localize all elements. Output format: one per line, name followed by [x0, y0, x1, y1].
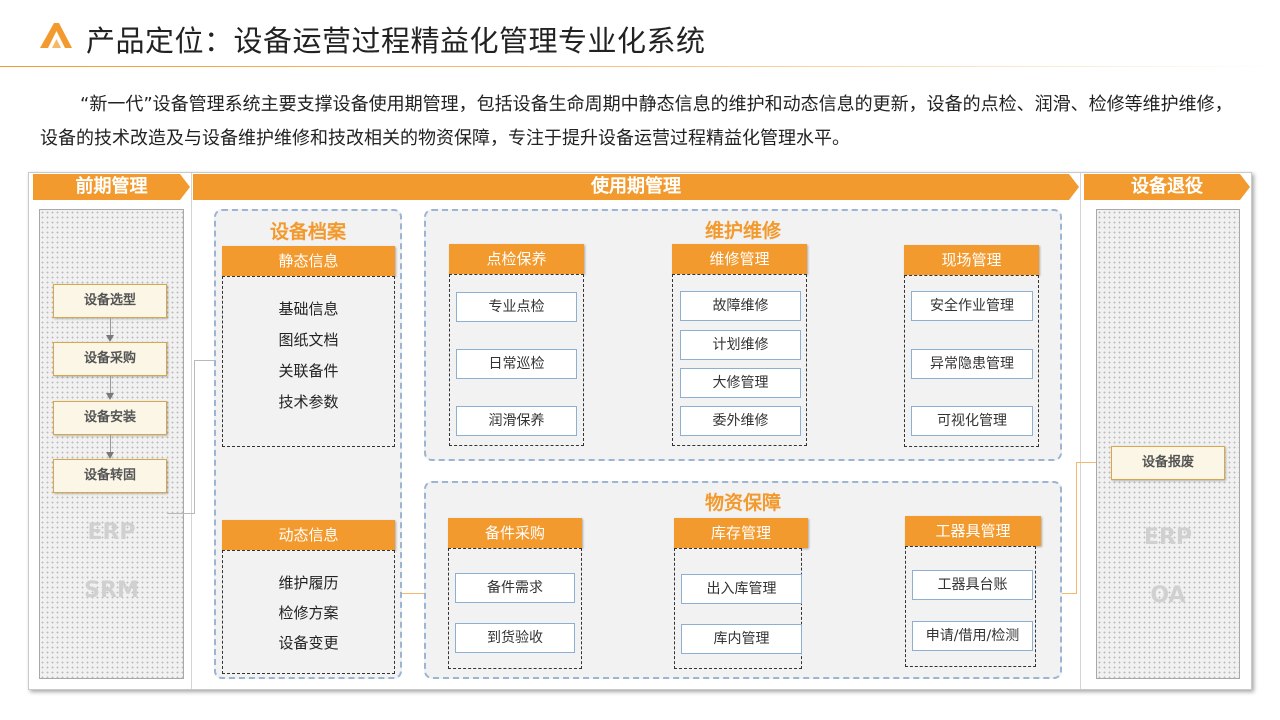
dynamic-info-header: 动态信息 — [222, 520, 395, 550]
step-box: 设备选型 — [53, 284, 167, 318]
flow-connector — [402, 593, 424, 594]
function-item: 计划维修 — [680, 330, 801, 360]
function-item: 到货验收 — [455, 623, 575, 653]
function-item: 异常隐患管理 — [911, 349, 1033, 379]
function-item: 大修管理 — [680, 368, 801, 398]
list-item: 技术参数 — [278, 393, 339, 411]
function-item: 工器具台账 — [912, 570, 1033, 600]
column-divider — [1080, 173, 1081, 689]
list-item: 基础信息 — [278, 300, 339, 318]
brand-logo-icon — [40, 23, 72, 48]
site-header: 现场管理 — [904, 245, 1039, 275]
spare-purchase-header: 备件采购 — [448, 518, 582, 548]
arrow-down-icon — [106, 452, 114, 459]
function-item: 日常巡检 — [456, 349, 577, 379]
early-phase-panel — [39, 209, 184, 679]
system-label: OA — [1150, 583, 1186, 608]
maintenance-title: 维护维修 — [704, 220, 781, 242]
function-item: 润滑保养 — [456, 406, 577, 436]
function-item: 安全作业管理 — [911, 291, 1033, 321]
step-box: 设备采购 — [53, 342, 167, 376]
flow-connector — [167, 476, 195, 514]
flow-connector — [1076, 462, 1096, 463]
tools-header: 工器具管理 — [905, 516, 1041, 546]
materials-title: 物资保障 — [704, 492, 781, 514]
inventory-header: 库存管理 — [674, 518, 808, 548]
list-item: 关联备件 — [278, 362, 339, 380]
arrow-down-icon — [106, 335, 114, 342]
arrow-down-icon — [106, 393, 114, 400]
phase-early-header: 前期管理 — [33, 174, 190, 200]
function-item: 故障维修 — [680, 291, 801, 321]
retire-phase-panel — [1096, 209, 1240, 679]
archive-title: 设备档案 — [269, 221, 346, 243]
list-item: 图纸文档 — [278, 331, 339, 349]
list-item: 检修方案 — [278, 604, 339, 622]
list-item: 维护履历 — [278, 574, 339, 592]
flow-connector — [110, 318, 111, 335]
system-label: ERP — [87, 520, 136, 545]
function-item: 库内管理 — [681, 624, 802, 654]
step-box: 设备报废 — [1111, 446, 1225, 480]
flow-connector — [1076, 462, 1077, 594]
function-item: 可视化管理 — [911, 406, 1033, 436]
function-item: 备件需求 — [455, 573, 575, 603]
flow-connector — [110, 376, 111, 393]
repair-header: 维修管理 — [672, 244, 807, 274]
phase-retire-header: 设备退役 — [1084, 174, 1250, 200]
title-divider — [0, 66, 1280, 67]
intro-paragraph: “新一代”设备管理系统主要支撑设备使用期管理，包括设备生命周期中静态信息的维护和… — [40, 94, 1233, 149]
function-item: 委外维修 — [680, 406, 801, 436]
flow-connector — [194, 360, 214, 361]
step-box: 设备转固 — [53, 459, 167, 493]
system-label: SRM — [84, 578, 139, 603]
phase-use-header: 使用期管理 — [193, 174, 1079, 200]
function-item: 申请/借用/检测 — [912, 621, 1033, 651]
list-item: 设备变更 — [278, 634, 339, 652]
step-box: 设备安装 — [53, 401, 167, 435]
static-info-header: 静态信息 — [222, 246, 395, 276]
flow-connector — [194, 361, 195, 514]
function-item: 专业点检 — [456, 292, 577, 322]
column-divider — [191, 173, 192, 689]
flow-connector — [1062, 593, 1076, 594]
flow-connector — [110, 435, 111, 452]
system-label: ERP — [1143, 525, 1193, 550]
inspection-header: 点检保养 — [449, 244, 584, 274]
function-item: 出入库管理 — [681, 574, 802, 604]
page-title: 产品定位：设备运营过程精益化管理专业化系统 — [86, 24, 706, 58]
